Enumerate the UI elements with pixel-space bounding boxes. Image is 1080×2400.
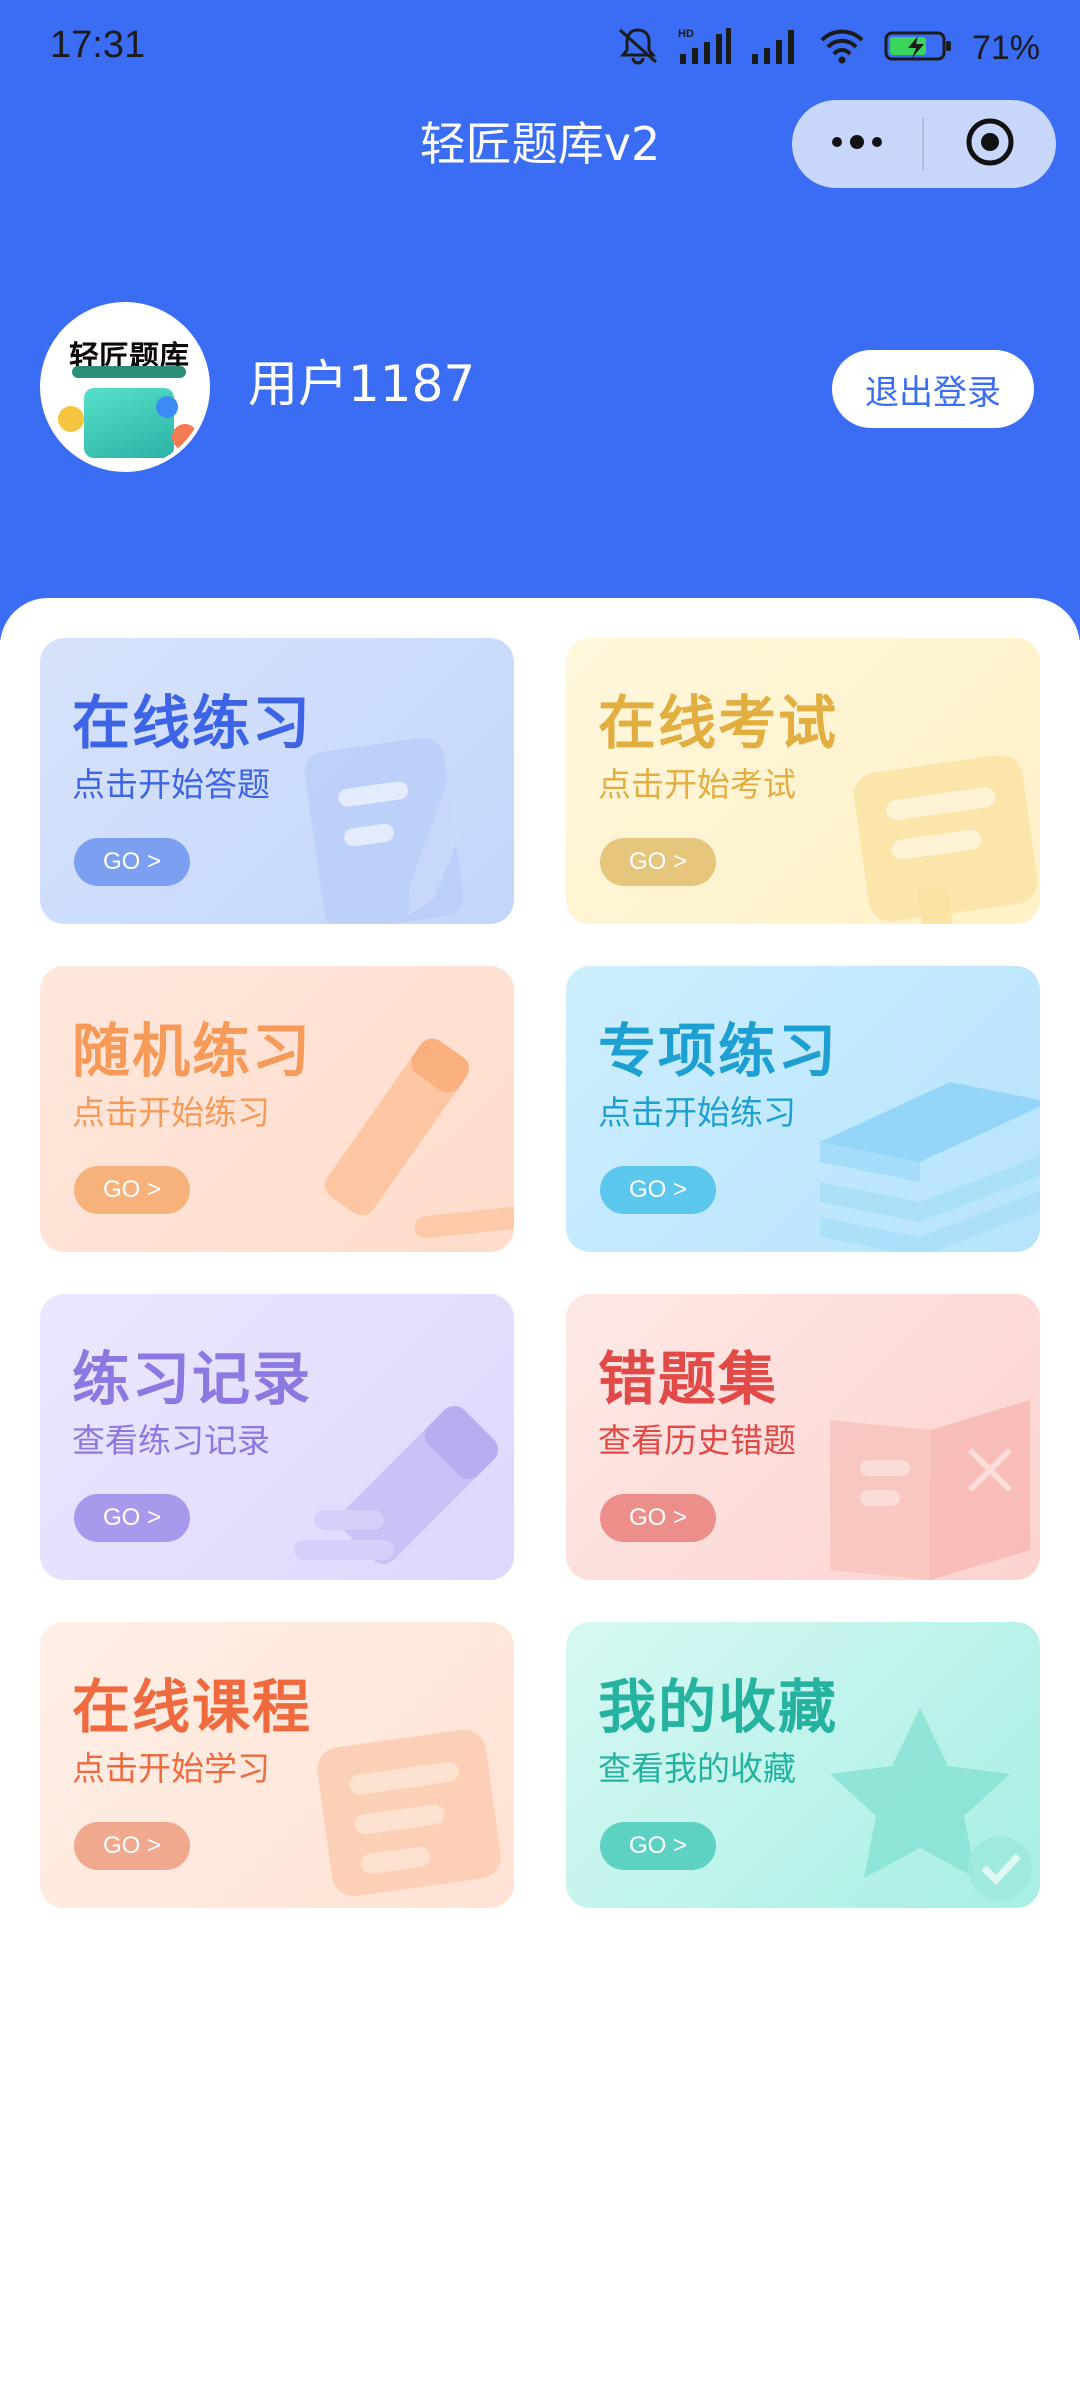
avatar-bubble — [156, 396, 178, 418]
go-button[interactable]: GO > — [74, 1494, 190, 1542]
card-subtitle: 查看历史错题 — [598, 1421, 796, 1460]
profile-section: 轻匠题库 用户1187 退出登录 — [40, 302, 1040, 472]
mute-bell-icon — [616, 26, 660, 70]
card-title: 在线课程 — [72, 1673, 313, 1741]
card-title: 随机练习 — [72, 1017, 313, 1085]
more-button[interactable] — [792, 100, 922, 188]
card-wrong-questions[interactable]: 错题集 查看历史错题 GO > — [566, 1294, 1040, 1580]
avatar-tagline-bar — [72, 366, 186, 378]
card-random-practice[interactable]: 随机练习 点击开始练习 GO > — [40, 966, 514, 1252]
card-subtitle: 点击开始考试 — [598, 765, 796, 804]
battery-charging-icon — [884, 26, 954, 70]
go-button[interactable]: GO > — [600, 1494, 716, 1542]
card-practice-record[interactable]: 练习记录 查看练习记录 GO > — [40, 1294, 514, 1580]
status-time: 17:31 — [50, 24, 146, 66]
card-online-course[interactable]: 在线课程 点击开始学习 GO > — [40, 1622, 514, 1908]
go-button[interactable]: GO > — [600, 1822, 716, 1870]
open-book-icon — [830, 1400, 1030, 1580]
card-subtitle: 查看我的收藏 — [598, 1749, 796, 1788]
go-button[interactable]: GO > — [600, 838, 716, 886]
card-online-exam[interactable]: 在线考试 点击开始考试 GO > — [566, 638, 1040, 924]
go-button[interactable]: GO > — [600, 1166, 716, 1214]
status-bar: 17:31 HD 71% — [0, 0, 1080, 100]
card-title: 我的收藏 — [598, 1673, 839, 1741]
card-title: 在线考试 — [598, 689, 839, 757]
card-online-practice[interactable]: 在线练习 点击开始答题 GO > — [40, 638, 514, 924]
go-button[interactable]: GO > — [74, 1166, 190, 1214]
battery-percent: 71% — [971, 28, 1040, 67]
go-button[interactable]: GO > — [74, 838, 190, 886]
more-dots-icon — [829, 132, 885, 156]
go-button[interactable]: GO > — [74, 1822, 190, 1870]
card-subtitle: 查看练习记录 — [72, 1421, 270, 1460]
target-circle-icon — [964, 116, 1016, 172]
username: 用户1187 — [248, 355, 476, 413]
header: 17:31 HD 71% 轻匠题库v2 轻匠题库 用户1187 退出登录 — [0, 0, 1080, 640]
card-subtitle: 点击开始学习 — [72, 1749, 270, 1788]
card-title: 错题集 — [598, 1345, 779, 1413]
logout-button[interactable]: 退出登录 — [832, 350, 1034, 428]
card-my-favorites[interactable]: 我的收藏 查看我的收藏 GO > — [566, 1622, 1040, 1908]
signal-icon — [750, 26, 800, 70]
card-special-practice[interactable]: 专项练习 点击开始练习 GO > — [566, 966, 1040, 1252]
avatar[interactable]: 轻匠题库 — [40, 302, 210, 472]
feature-grid: 在线练习 点击开始答题 GO > 在线考试 点击开始考试 GO > 随机练习 点… — [0, 598, 1080, 2400]
card-title: 练习记录 — [72, 1345, 313, 1413]
wifi-icon — [818, 26, 866, 70]
card-subtitle: 点击开始答题 — [72, 765, 270, 804]
avatar-bubble — [172, 424, 198, 450]
avatar-bubble — [58, 406, 84, 432]
hd-signal-icon: HD — [678, 26, 732, 70]
close-button[interactable] — [924, 100, 1056, 188]
card-subtitle: 点击开始练习 — [72, 1093, 270, 1132]
card-title: 在线练习 — [72, 689, 313, 757]
card-title: 专项练习 — [598, 1017, 839, 1085]
svg-text:HD: HD — [678, 28, 694, 40]
status-icons: HD 71% — [616, 26, 1040, 70]
mini-program-capsule — [792, 100, 1056, 188]
card-subtitle: 点击开始练习 — [598, 1093, 796, 1132]
